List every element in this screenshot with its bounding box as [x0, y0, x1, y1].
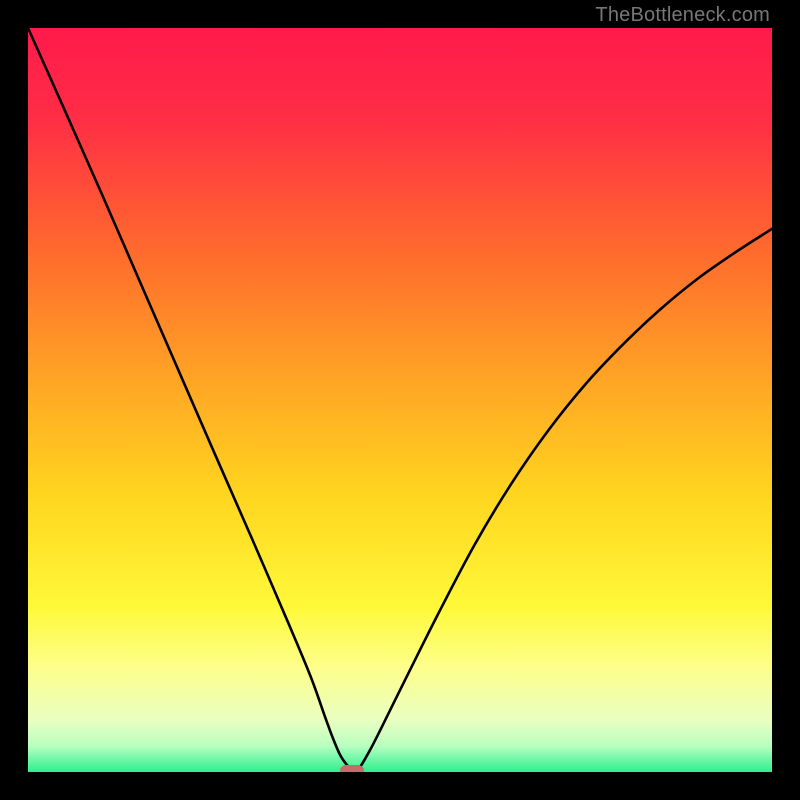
plot-area	[28, 28, 772, 772]
watermark-label: TheBottleneck.com	[595, 4, 770, 27]
minimum-marker	[340, 765, 364, 773]
chart-frame: TheBottleneck.com	[0, 0, 800, 800]
bottleneck-curve	[28, 28, 772, 772]
curve-path	[28, 28, 772, 772]
